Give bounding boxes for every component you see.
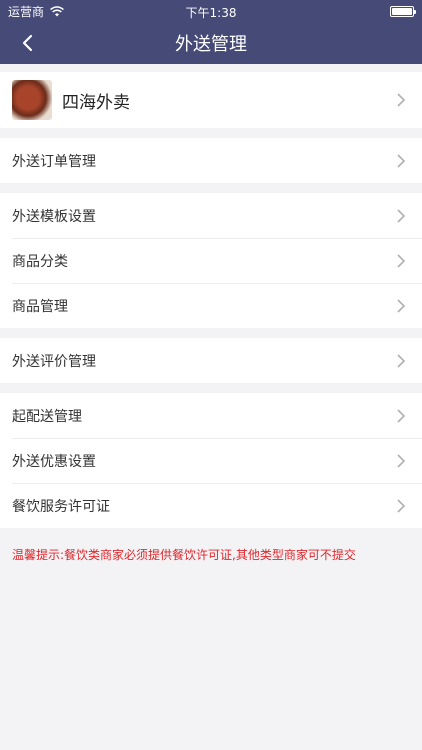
back-button[interactable] (14, 30, 40, 56)
menu-item-product-management[interactable]: 商品管理 (0, 283, 422, 328)
chevron-right-icon (397, 153, 406, 168)
store-group: 四海外卖 (0, 72, 422, 128)
chevron-right-icon (397, 353, 406, 368)
battery-fill (392, 7, 412, 15)
menu-item-review-management[interactable]: 外送评价管理 (0, 338, 422, 383)
chevron-right-icon (397, 498, 406, 513)
chevron-left-icon (22, 34, 33, 52)
menu-group-orders: 外送订单管理 (0, 138, 422, 183)
menu-group-delivery: 起配送管理 外送优惠设置 餐饮服务许可证 (0, 393, 422, 528)
page-title: 外送管理 (175, 34, 247, 55)
menu-item-label: 外送订单管理 (12, 153, 96, 170)
menu-item-discount-settings[interactable]: 外送优惠设置 (0, 438, 422, 483)
menu-item-order-management[interactable]: 外送订单管理 (0, 138, 422, 183)
menu-item-product-categories[interactable]: 商品分类 (0, 238, 422, 283)
store-name: 四海外卖 (62, 92, 130, 113)
carrier-label: 运营商 (8, 4, 45, 19)
menu-item-label: 外送模板设置 (12, 208, 96, 225)
chevron-right-icon (397, 453, 406, 468)
status-time: 下午1:38 (185, 6, 237, 20)
menu-item-minimum-delivery[interactable]: 起配送管理 (0, 393, 422, 438)
chevron-right-icon (397, 93, 406, 107)
nav-bar: 外送管理 (0, 22, 422, 64)
menu-item-label: 起配送管理 (12, 408, 82, 425)
store-thumbnail (12, 80, 52, 120)
menu-item-label: 餐饮服务许可证 (12, 498, 110, 515)
status-right (390, 5, 416, 17)
status-left: 运营商 (8, 3, 64, 20)
wifi-icon (50, 5, 64, 16)
battery-icon (390, 5, 416, 17)
menu-group-products: 外送模板设置 商品分类 商品管理 (0, 193, 422, 328)
chevron-right-icon (397, 408, 406, 423)
chevron-right-icon (397, 253, 406, 268)
chevron-right-icon (397, 208, 406, 223)
menu-item-label: 外送优惠设置 (12, 453, 96, 470)
menu-item-label: 商品分类 (12, 253, 68, 270)
store-row[interactable]: 四海外卖 (0, 72, 422, 128)
menu-group-reviews: 外送评价管理 (0, 338, 422, 383)
menu-item-label: 外送评价管理 (12, 353, 96, 370)
license-notice: 温馨提示:餐饮类商家必须提供餐饮许可证,其他类型商家可不提交 (12, 548, 356, 562)
store-info: 四海外卖 (12, 80, 130, 120)
chevron-right-icon (397, 298, 406, 313)
menu-item-template-settings[interactable]: 外送模板设置 (0, 193, 422, 238)
menu-item-label: 商品管理 (12, 298, 68, 315)
menu-item-food-license[interactable]: 餐饮服务许可证 (0, 483, 422, 528)
status-bar: 运营商 下午1:38 (0, 0, 422, 22)
top-bar: 运营商 下午1:38 外送管理 (0, 0, 422, 64)
